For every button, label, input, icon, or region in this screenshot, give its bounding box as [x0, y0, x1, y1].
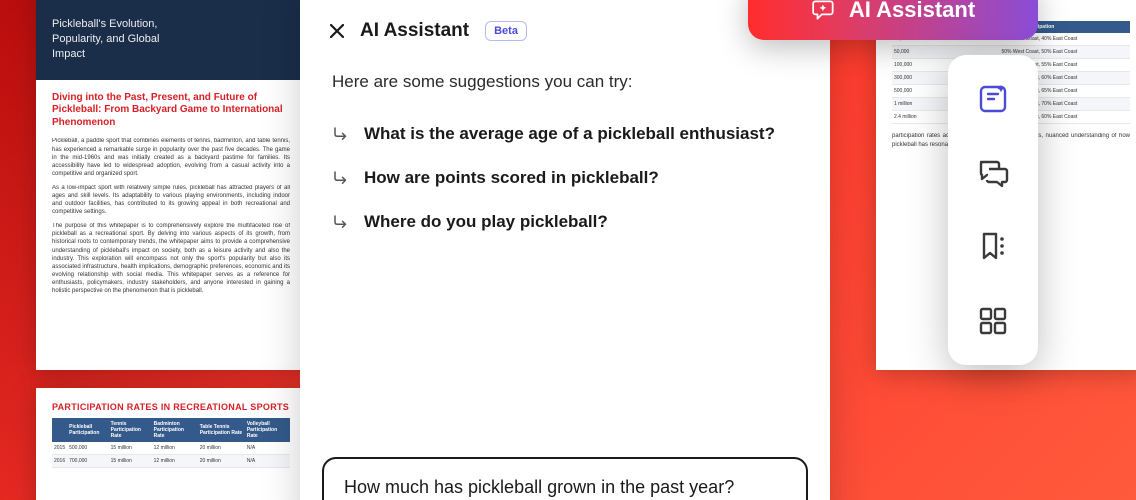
close-icon — [330, 24, 344, 38]
doc-paragraph: Pickleball, a paddle sport that combines… — [52, 137, 290, 177]
doc-paragraph: The purpose of this whitepaper is to com… — [52, 222, 290, 295]
th: Pickleball Participation — [67, 418, 109, 442]
grid-icon — [976, 304, 1010, 338]
suggestion-text: Where do you play pickleball? — [364, 212, 608, 232]
assistant-title: AI Assistant — [360, 20, 469, 42]
suggestions-intro: Here are some suggestions you can try: — [328, 72, 802, 92]
tool-grid[interactable] — [975, 303, 1011, 339]
doc-paragraph: As a low-impact sport with relatively si… — [52, 184, 290, 216]
tool-bookmark[interactable] — [975, 229, 1011, 265]
doc-hero: THE RISE OF PICKLEBALL Pickleball's Evol… — [36, 0, 306, 80]
th — [52, 418, 67, 442]
tool-chat[interactable] — [975, 155, 1011, 191]
reply-arrow-icon — [332, 169, 350, 187]
th: Table Tennis Participation Rate — [198, 418, 245, 442]
table-row: 2016700,00015 million12 million20 millio… — [52, 455, 290, 468]
beta-badge: Beta — [485, 21, 527, 41]
suggestion-item[interactable]: How are points scored in pickleball? — [328, 156, 802, 200]
doc-subtitle: Pickleball's Evolution, Popularity, and … — [52, 17, 192, 62]
table-row: 2015500,00015 million12 million20 millio… — [52, 442, 290, 455]
assistant-header: AI Assistant Beta — [328, 20, 802, 42]
assistant-input[interactable]: How much has pickleball grown in the pas… — [322, 457, 808, 500]
doc-title: PICKLEBALL — [52, 0, 290, 3]
background-page-left-bottom: PARTICIPATION RATES IN RECREATIONAL SPOR… — [36, 388, 306, 500]
suggestion-item[interactable]: What is the average age of a pickleball … — [328, 112, 802, 156]
close-button[interactable] — [328, 22, 346, 40]
doc-heading: Diving into the Past, Present, and Futur… — [52, 92, 290, 130]
suggestion-text: How are points scored in pickleball? — [364, 168, 659, 188]
doc-table-title: PARTICIPATION RATES IN RECREATIONAL SPOR… — [52, 402, 290, 412]
bookmark-icon — [976, 230, 1010, 264]
th: Tennis Participation Rate — [109, 418, 152, 442]
reply-arrow-icon — [332, 125, 350, 143]
reply-arrow-icon — [332, 213, 350, 231]
ai-assistant-panel: AI Assistant Beta Here are some suggesti… — [300, 0, 830, 500]
chat-icon — [976, 156, 1010, 190]
side-toolbar — [948, 55, 1038, 365]
tool-sparkle-doc[interactable] — [975, 81, 1011, 117]
ai-assistant-cta-button[interactable]: AI Assistant — [748, 0, 1038, 40]
sparkle-chat-icon — [811, 0, 837, 23]
cta-label: AI Assistant — [849, 0, 975, 23]
th: Volleyball Participation Rate — [245, 418, 290, 442]
background-page-left-top: THE RISE OF PICKLEBALL Pickleball's Evol… — [36, 0, 306, 370]
participation-table: Pickleball Participation Tennis Particip… — [52, 418, 290, 468]
sparkle-doc-icon — [976, 82, 1010, 116]
suggestion-text: What is the average age of a pickleball … — [364, 124, 775, 144]
suggestion-item[interactable]: Where do you play pickleball? — [328, 200, 802, 244]
th: Badminton Participation Rate — [152, 418, 198, 442]
